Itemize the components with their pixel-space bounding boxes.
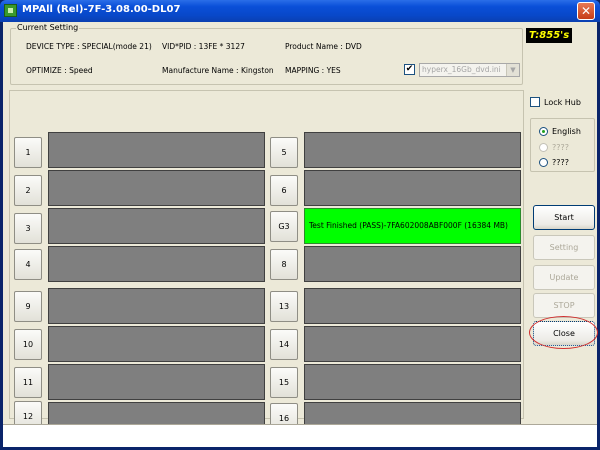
port-button-5[interactable]: 5 [270,137,298,168]
device-type-text: DEVICE TYPE : SPECIAL(mode 21) [26,42,152,51]
current-setting-legend: Current Setting [16,23,80,32]
port-button-4[interactable]: 4 [14,249,42,280]
port-status-11 [48,364,265,400]
language-radio-2[interactable] [539,143,548,152]
lock-hub-checkbox[interactable] [530,97,540,107]
vid-pid-text: VID*PID : 13FE * 3127 [162,42,245,51]
language-label-3: ???? [552,158,569,167]
product-name-text: Product Name : DVD [285,42,362,51]
lock-hub-label: Lock Hub [544,98,581,107]
manufacture-name-text: Manufacture Name : Kingston [162,66,274,75]
language-radio-english[interactable] [539,127,548,136]
port-status-10 [48,326,265,362]
app-icon [4,4,17,17]
port-button-1[interactable]: 1 [14,137,42,168]
port-status-6 [304,170,521,206]
port-button-8[interactable]: 8 [270,249,298,280]
port-status-14 [304,326,521,362]
language-radio-3[interactable] [539,158,548,167]
port-button-9[interactable]: 9 [14,291,42,322]
start-button[interactable]: Start [533,205,595,230]
port-status-9 [48,288,265,324]
update-button[interactable]: Update [533,265,595,290]
port-status-4 [48,246,265,282]
chevron-down-icon[interactable]: ▼ [506,64,519,76]
port-button-15[interactable]: 15 [270,367,298,398]
mapping-text: MAPPING : YES [285,66,341,75]
stop-button[interactable]: STOP [533,293,595,318]
ports-panel: 1 2 3 4 5 6 G3 Test Finished (PASS)-7FA6… [9,90,524,438]
language-label-2: ???? [552,143,569,152]
port-button-3[interactable]: 3 [14,213,42,244]
port-status-15 [304,364,521,400]
language-label-english: English [552,127,581,136]
close-window-button[interactable]: ✕ [577,2,595,20]
config-file-dropdown[interactable]: hyperx_16Gb_dvd.ini ▼ [419,63,520,77]
port-button-7[interactable]: G3 [270,211,298,242]
app-window: MPAll (Rel)-7F-3.08.00-DL07 ✕ Current Se… [0,0,600,450]
port-status-5 [304,132,521,168]
client-area: Current Setting DEVICE TYPE : SPECIAL(mo… [3,22,598,447]
title-bar[interactable]: MPAll (Rel)-7F-3.08.00-DL07 ✕ [0,0,600,22]
elapsed-timer: T:855's [526,28,572,43]
port-status-8 [304,246,521,282]
port-status-7: Test Finished (PASS)-7FA602008ABF000F (1… [304,208,521,244]
port-button-2[interactable]: 2 [14,175,42,206]
port-status-3 [48,208,265,244]
port-button-10[interactable]: 10 [14,329,42,360]
language-group: English ???? ???? [530,118,595,172]
port-button-13[interactable]: 13 [270,291,298,322]
port-status-13 [304,288,521,324]
config-file-checkbox[interactable]: ✔ [404,64,415,75]
window-title: MPAll (Rel)-7F-3.08.00-DL07 [22,4,181,15]
optimize-text: OPTIMIZE : Speed [26,66,93,75]
port-status-2 [48,170,265,206]
config-file-value: hyperx_16Gb_dvd.ini [422,65,501,74]
port-status-1 [48,132,265,168]
highlight-ring [529,316,598,349]
status-bar [3,424,597,447]
port-button-14[interactable]: 14 [270,329,298,360]
port-button-6[interactable]: 6 [270,175,298,206]
setting-button[interactable]: Setting [533,235,595,260]
port-button-11[interactable]: 11 [14,367,42,398]
